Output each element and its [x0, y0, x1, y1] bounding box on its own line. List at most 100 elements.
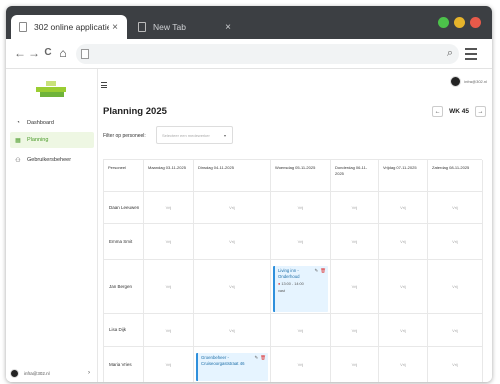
day-cell[interactable]: Vrij — [379, 260, 428, 314]
day-cell[interactable]: Vrij — [271, 347, 331, 382]
page-icon — [138, 22, 146, 32]
sidebar-item-label: Gebruikersbeheer — [27, 157, 72, 163]
day-cell[interactable]: Vrij — [428, 260, 483, 314]
vrij-label: Vrij — [400, 327, 406, 333]
employee-select[interactable]: Selecteer een medewerker ▾ — [156, 126, 233, 144]
vrij-label: Vrij — [452, 239, 458, 244]
users-icon: ⚇ — [15, 157, 21, 164]
day-cell[interactable]: Vrij — [194, 314, 271, 347]
day-cell[interactable]: Vrij — [428, 314, 483, 347]
main-content: infra@302.nl Planning 2025 ← WK 45 → Fil… — [98, 69, 492, 382]
vrij-label: Vrij — [351, 284, 358, 289]
column-header: Dinsdag 04-11-2025 — [194, 160, 271, 192]
sidebar-item-gebruikersbeheer[interactable]: ⚇ Gebruikersbeheer — [10, 152, 94, 168]
tab-title: 302 online applicaties — [34, 22, 109, 32]
sidebar-user-name: infra@302.nl — [24, 370, 50, 376]
browser-window: 302 online applicaties × New Tab × ← → C… — [6, 6, 492, 382]
minimize-window-button[interactable] — [454, 17, 465, 28]
day-cell[interactable]: Vrij — [144, 192, 194, 224]
avatar — [450, 76, 462, 87]
day-cell[interactable]: Vrij — [194, 192, 271, 224]
search-icon[interactable]: ⌕ — [447, 47, 453, 60]
day-cell[interactable]: Vrij — [428, 224, 483, 260]
vrij-label: Vrij — [297, 239, 304, 244]
vrij-label: Vrij — [297, 205, 304, 210]
day-cell[interactable]: Vrij — [379, 347, 428, 382]
forward-arrow-icon[interactable]: → — [27, 46, 41, 60]
sidebar-item-label: Planning — [27, 137, 49, 143]
company-logo[interactable] — [36, 81, 66, 99]
sidebar-toggle-icon[interactable] — [101, 82, 107, 90]
home-icon[interactable]: ⌂ — [56, 46, 70, 60]
vrij-label: Vrij — [400, 239, 406, 244]
shift-card[interactable]: ✎ 🗑 Living inn - Onderhoud ● 13:00 - 14:00 v… — [273, 266, 328, 312]
browser-toolbar: ← → C ⌂ ⌕ — [6, 39, 492, 69]
day-cell[interactable]: Vrij — [331, 224, 379, 260]
employee-name: Jan Bergen — [104, 260, 144, 314]
next-week-button[interactable]: → — [475, 106, 486, 117]
vrij-label: Vrij — [229, 239, 235, 244]
calendar-icon: ▦ — [15, 137, 21, 144]
vrij-label: Vrij — [165, 362, 172, 367]
shift-actions: ✎ 🗑 — [315, 268, 327, 275]
prev-week-button[interactable]: ← — [432, 106, 444, 117]
reload-icon[interactable]: C — [41, 46, 55, 60]
tab-bar: 302 online applicaties × New Tab × — [6, 6, 492, 39]
edit-icon[interactable]: ✎ — [255, 355, 259, 360]
sidebar-item-dashboard[interactable]: ◔ Dashboard — [10, 115, 94, 131]
day-cell[interactable]: Vrij — [144, 224, 194, 260]
chevron-right-icon: › — [88, 370, 90, 376]
vrij-label: Vrij — [165, 205, 172, 210]
back-arrow-icon[interactable]: ← — [13, 46, 27, 60]
delete-icon[interactable]: 🗑 — [260, 355, 266, 360]
day-cell[interactable]: Vrij — [194, 224, 271, 260]
tab-302-online[interactable]: 302 online applicaties × — [11, 15, 127, 39]
vrij-label: Vrij — [351, 362, 358, 367]
vrij-label: Vrij — [351, 239, 358, 244]
day-cell[interactable]: Vrij — [271, 314, 331, 347]
delete-icon[interactable]: 🗑 — [320, 268, 326, 273]
sidebar-item-label: Dashboard — [27, 120, 54, 126]
header-user-menu[interactable]: infra@302.nl — [450, 76, 487, 87]
day-cell[interactable]: Vrij — [144, 347, 194, 382]
shift-card[interactable]: ✎ 🗑 Groenbeheer - Cruiseoorgaststraat 46 — [196, 353, 268, 381]
day-cell[interactable]: Vrij — [331, 260, 379, 314]
day-cell[interactable]: Vrij — [144, 260, 194, 314]
day-cell[interactable]: Vrij — [331, 347, 379, 382]
employee-name: Lisa Dijk — [104, 314, 144, 347]
shift-note: vast — [278, 288, 285, 293]
day-cell[interactable]: Vrij — [379, 224, 428, 260]
day-cell[interactable]: Vrij — [379, 192, 428, 224]
day-cell[interactable]: Vrij — [271, 192, 331, 224]
sidebar-item-planning[interactable]: ▦ Planning — [10, 132, 94, 148]
week-label: WK 45 — [449, 108, 469, 115]
employee-name: Emma Smit — [104, 224, 144, 260]
close-tab-icon[interactable]: × — [222, 22, 234, 33]
column-header: Maandag 03-11-2025 — [144, 160, 194, 192]
browser-menu-icon[interactable] — [465, 48, 477, 63]
edit-icon[interactable]: ✎ — [315, 268, 319, 273]
day-cell[interactable]: Vrij — [271, 224, 331, 260]
day-cell[interactable]: Vrij — [331, 314, 379, 347]
sidebar-user-menu[interactable]: infra@302.nl › — [10, 367, 94, 379]
filter-label: Filter op personeel: — [103, 133, 146, 139]
maximize-window-button[interactable] — [438, 17, 449, 28]
vrij-label: Vrij — [452, 362, 458, 367]
close-window-button[interactable] — [470, 17, 481, 28]
vrij-label: Vrij — [400, 362, 406, 367]
day-cell[interactable]: Vrij — [331, 192, 379, 224]
day-cell[interactable]: Vrij — [428, 192, 483, 224]
address-bar[interactable]: ⌕ — [76, 44, 459, 64]
day-cell[interactable]: Vrij — [428, 347, 483, 382]
vrij-label: Vrij — [297, 327, 304, 333]
day-cell[interactable]: Vrij — [144, 314, 194, 347]
day-cell[interactable]: Vrij — [194, 260, 271, 314]
close-tab-icon[interactable]: × — [109, 22, 121, 33]
planning-grid: Personeel Maandag 03-11-2025 Dinsdag 04-11… — [103, 159, 483, 382]
vrij-label: Vrij — [400, 284, 406, 289]
dashboard-icon: ◔ — [16, 120, 20, 126]
day-cell[interactable]: Vrij — [379, 314, 428, 347]
tab-new-tab[interactable]: New Tab × — [130, 15, 240, 39]
vrij-label: Vrij — [351, 327, 358, 333]
app: ◔ Dashboard ▦ Planning ⚇ Gebruikersbehee… — [6, 69, 492, 382]
